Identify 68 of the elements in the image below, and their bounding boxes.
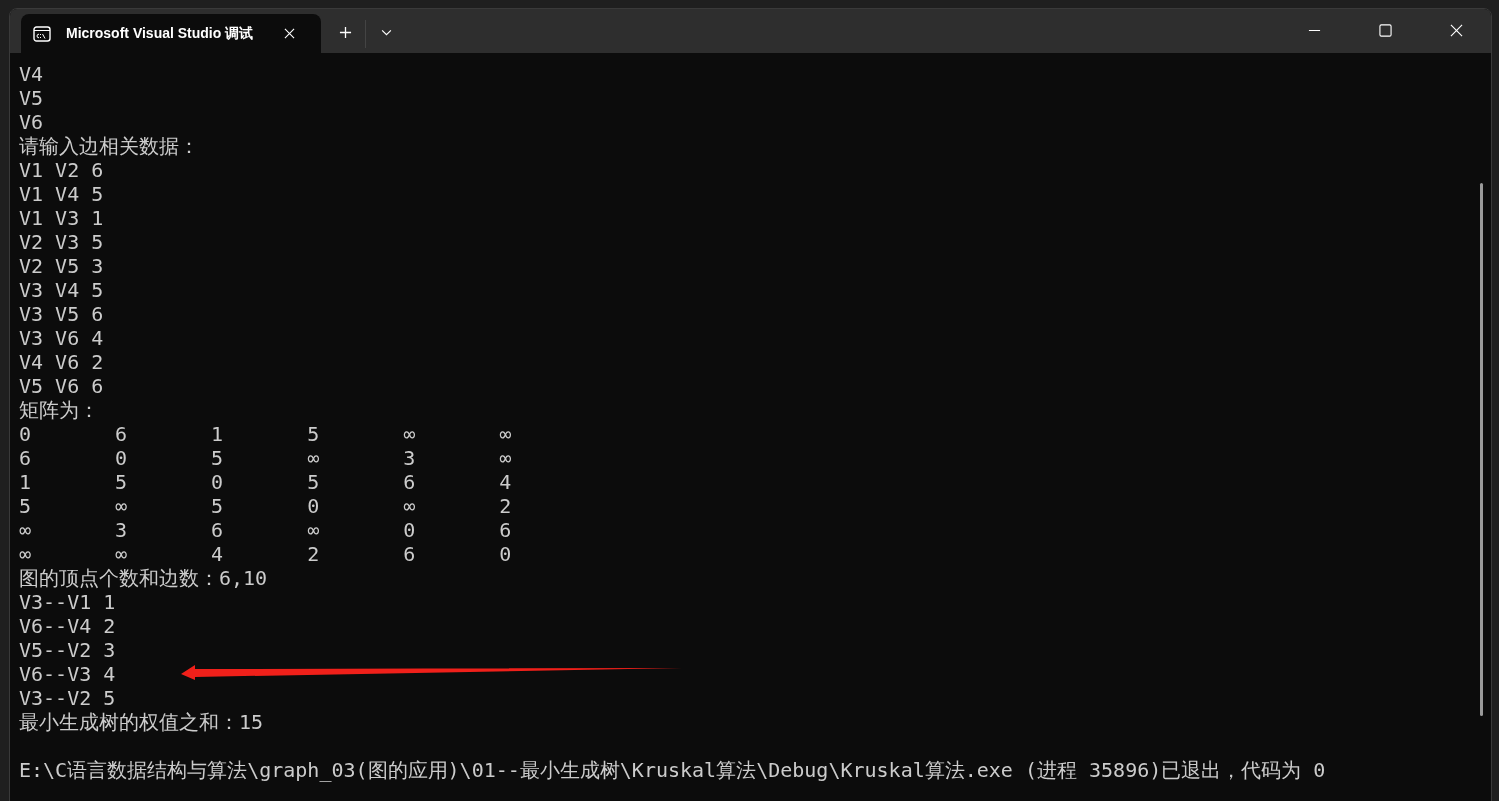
matrix-cell: 1: [19, 470, 32, 494]
console-line: E:\C语言数据结构与算法\graph_03(图的应用)\01--最小生成树\Kruskal算法\Debug\Kruskal算法.exe (进程 35896)已退出，代码为 0: [19, 758, 1326, 782]
matrix-cell: 5: [307, 422, 320, 446]
tab-title: Microsoft Visual Studio 调试: [66, 24, 255, 43]
matrix-cell: 3: [115, 518, 128, 542]
matrix-cell: 4: [211, 542, 224, 566]
console-line: V2 V5 3: [19, 254, 104, 278]
chevron-down-icon[interactable]: [381, 29, 392, 36]
matrix-cell: 6: [499, 518, 512, 542]
scrollbar[interactable]: [1480, 183, 1483, 716]
console-line: V1 V3 1: [19, 206, 104, 230]
console-line: 矩阵为：: [19, 398, 99, 422]
matrix-cell: 0: [307, 494, 320, 518]
console-line: V6: [19, 110, 44, 134]
close-icon[interactable]: [284, 28, 295, 39]
console-line: V3 V5 6: [19, 302, 104, 326]
console-line: V3 V6 4: [19, 326, 104, 350]
matrix-cell: 6: [403, 470, 416, 494]
console-line: V5 V6 6: [19, 374, 104, 398]
console-tab[interactable]: Microsoft Visual Studio 调试: [21, 14, 321, 53]
console-line: 请输入边相关数据：: [19, 134, 199, 158]
console-line: V3--V2 5: [19, 686, 116, 710]
matrix-cell: 2: [307, 542, 320, 566]
matrix-cell: 5: [115, 470, 128, 494]
matrix-cell: 6: [19, 446, 32, 470]
matrix-cell: ∞: [19, 542, 32, 566]
console-line: V4 V6 2: [19, 350, 104, 374]
terminal-icon: [33, 25, 51, 42]
matrix-cell: 0: [19, 422, 32, 446]
console-line: V5: [19, 86, 44, 110]
matrix-cell: ∞: [499, 446, 512, 470]
console-line: V2 V3 5: [19, 230, 104, 254]
matrix-cell: ∞: [499, 422, 512, 446]
matrix-cell: 6: [403, 542, 416, 566]
matrix-cell: 0: [499, 542, 512, 566]
matrix-cell: 1: [211, 422, 224, 446]
matrix-cell: 4: [499, 470, 512, 494]
matrix-cell: 0: [403, 518, 416, 542]
maximize-icon[interactable]: [1379, 24, 1392, 37]
matrix-cell: ∞: [19, 518, 32, 542]
matrix-cell: ∞: [403, 494, 416, 518]
console-line: V1 V4 5: [19, 182, 104, 206]
matrix-cell: ∞: [403, 422, 416, 446]
console-line: V4: [19, 62, 44, 86]
close-icon[interactable]: [1450, 24, 1463, 37]
console-line: 图的顶点个数和边数：6,10: [19, 566, 268, 590]
matrix-cell: 0: [115, 446, 128, 470]
matrix-cell: ∞: [307, 446, 320, 470]
matrix-cell: 2: [499, 494, 512, 518]
console-line: V3 V4 5: [19, 278, 104, 302]
console-line: V6--V4 2: [19, 614, 116, 638]
matrix-cell: 6: [211, 518, 224, 542]
plus-icon[interactable]: [339, 26, 352, 39]
matrix-cell: 5: [307, 470, 320, 494]
matrix-cell: ∞: [307, 518, 320, 542]
console-line: V5--V2 3: [19, 638, 116, 662]
matrix-cell: 5: [211, 494, 224, 518]
matrix-cell: 5: [211, 446, 224, 470]
console-line: V6--V3 4: [19, 662, 116, 686]
console-line: 最小生成树的权值之和：15: [19, 710, 264, 734]
matrix-cell: ∞: [115, 494, 128, 518]
matrix-cell: 6: [115, 422, 128, 446]
matrix-cell: 0: [211, 470, 224, 494]
console-line: V3--V1 1: [19, 590, 116, 614]
matrix-cell: 5: [19, 494, 32, 518]
matrix-cell: ∞: [115, 542, 128, 566]
matrix-cell: 3: [403, 446, 416, 470]
console-line: V1 V2 6: [19, 158, 104, 182]
